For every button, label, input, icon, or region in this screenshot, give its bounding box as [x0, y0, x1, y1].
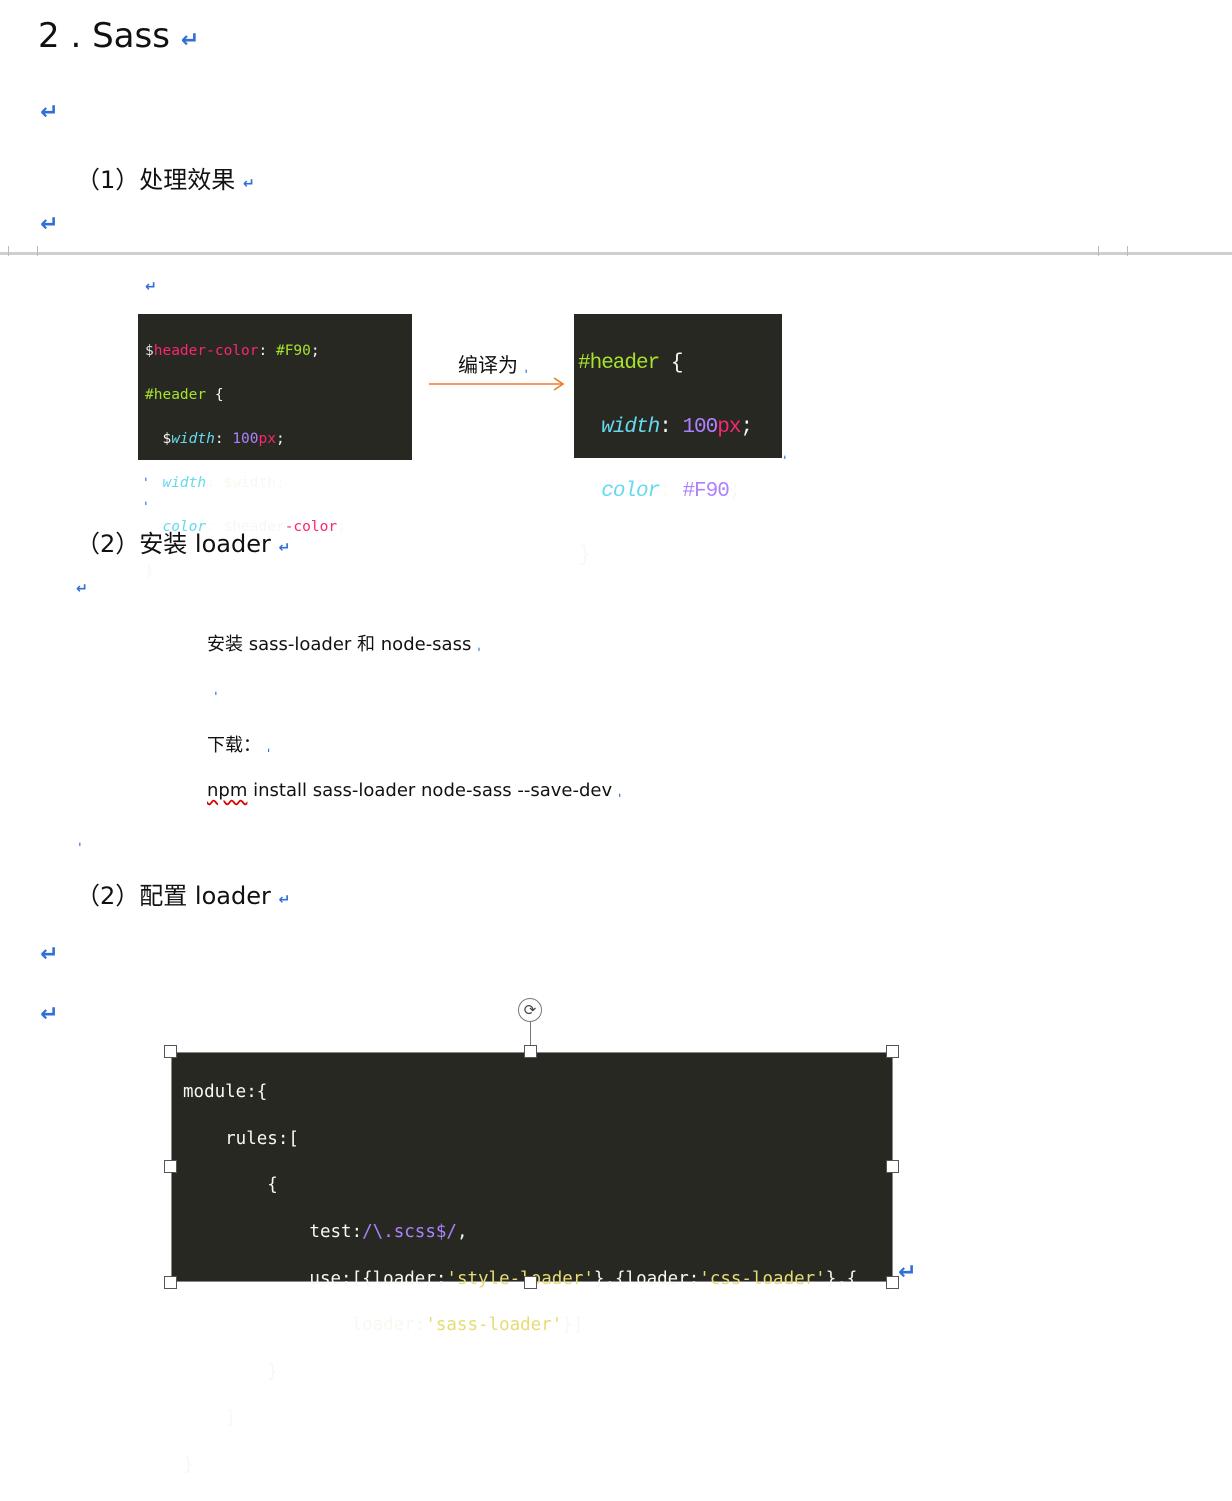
line-break-mark-icon: ˌ	[144, 469, 148, 483]
code-line: }	[183, 1361, 278, 1382]
code-line: }	[183, 1455, 194, 1476]
section-label: （2）安装 loader	[76, 530, 271, 558]
resize-handle-right[interactable]	[886, 1160, 899, 1173]
spellcheck-word: npm	[207, 780, 248, 801]
install-instruction: 安装 sass-loader 和 node-sass ˌ	[207, 634, 481, 655]
code-line: color: #F90;	[601, 480, 741, 503]
line-break-mark-icon: ˌ	[783, 447, 787, 461]
line-break-mark-icon: ˌ	[266, 740, 271, 754]
css-output-code-image[interactable]: #header { width: 100px; color: #F90; }	[574, 314, 782, 567]
rotate-handle-icon[interactable]: ⟳	[518, 998, 542, 1022]
divider-handle-left	[8, 246, 38, 256]
code-line: $width: 100px;	[145, 431, 285, 447]
paragraph-mark-icon: ↵	[278, 892, 291, 908]
webpack-config-code-image[interactable]: module:{ rules:[ { test:/\.scss$/, use:[…	[171, 1052, 893, 1475]
line-break-mark-icon: ˌ	[144, 493, 148, 507]
paragraph-mark-icon: ↵	[40, 100, 59, 125]
line-break-mark-icon: ˌ	[524, 361, 529, 375]
paragraph-mark-icon: ↵	[180, 28, 200, 53]
resize-handle-top-right[interactable]	[886, 1045, 899, 1058]
divider-handle-right	[1098, 246, 1128, 256]
code-line: #header {	[145, 387, 224, 403]
resize-handle-top-left[interactable]	[164, 1045, 177, 1058]
line-break-mark-icon: ˌ	[78, 834, 82, 848]
paragraph-mark-icon: ↵	[242, 176, 255, 192]
code-line: rules:[	[183, 1128, 299, 1149]
page-break-divider	[0, 252, 1232, 255]
scss-source-code-image[interactable]: $header-color: #F90; #header { $width: 1…	[138, 314, 412, 579]
section-label: （1）处理效果	[76, 166, 236, 194]
code-line: module:{	[183, 1082, 268, 1103]
code-line: width: 100px;	[601, 416, 753, 439]
paragraph-mark-icon: ↵	[40, 212, 59, 237]
code-line: }	[578, 544, 591, 567]
line-break-mark-icon: ˌ	[617, 785, 622, 799]
code-line: #header {	[578, 352, 683, 375]
code-line: loader:'sass-loader'}]	[183, 1315, 584, 1336]
code-line: width: $width;	[162, 475, 285, 491]
code-line: use:[{loader:'style-loader'},{loader:'cs…	[183, 1268, 858, 1289]
resize-handle-bottom-left[interactable]	[164, 1276, 177, 1289]
resize-handle-top[interactable]	[524, 1045, 537, 1058]
resize-handle-bottom[interactable]	[524, 1276, 537, 1289]
code-line: }	[145, 563, 154, 579]
line-break-mark-icon: ˌ	[214, 683, 218, 697]
download-label: 下载： ˌ	[207, 735, 271, 756]
npm-command[interactable]: npm install sass-loader node-sass --save…	[207, 780, 622, 801]
line-break-mark-icon: ˌ	[477, 639, 481, 653]
heading-text: Sass	[92, 16, 170, 56]
paragraph-mark-icon: ↵	[40, 942, 59, 967]
code-line: test:/\.scss$/,	[183, 1222, 468, 1243]
section-label: （2）配置 loader	[76, 882, 271, 910]
paragraph-mark-icon: ↵	[278, 540, 291, 556]
arrow-right-icon	[429, 377, 565, 391]
code-line: {	[183, 1175, 278, 1196]
heading-sep: .	[70, 16, 82, 56]
heading-number: 2	[38, 16, 60, 56]
resize-handle-left[interactable]	[164, 1160, 177, 1173]
code-line: $header-color: #F90;	[145, 343, 320, 359]
paragraph-mark-icon: ↵	[76, 581, 88, 597]
section-heading-effect: （1）处理效果 ↵	[76, 160, 255, 195]
paragraph-mark-icon: ↵	[898, 1260, 917, 1285]
section-heading-config: （2）配置 loader ↵	[76, 876, 290, 911]
code-line: ]	[183, 1408, 236, 1429]
compile-label: 编译为 ˌ	[458, 353, 529, 377]
section-heading-install: （2）安装 loader ↵	[76, 524, 290, 559]
paragraph-mark-icon: ↵	[40, 1002, 59, 1027]
page-title: 2 . Sass ↵	[38, 16, 199, 56]
paragraph-mark-icon: ↵	[145, 279, 157, 295]
